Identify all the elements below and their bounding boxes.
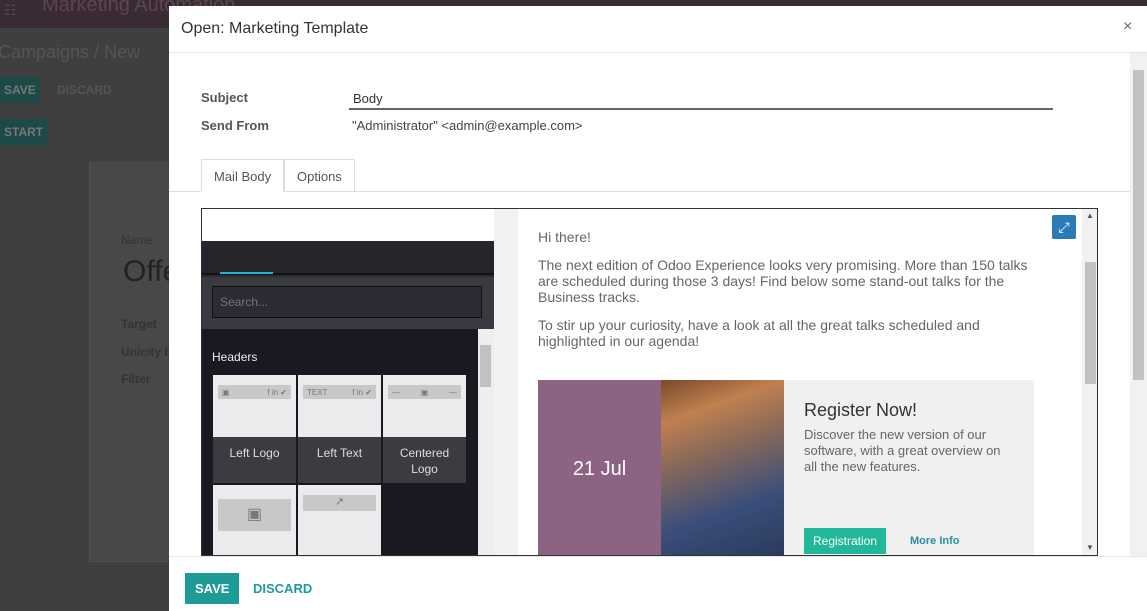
image-icon: ▣ bbox=[420, 387, 429, 397]
snippet-label: Left Text bbox=[298, 437, 381, 483]
greeting: Hi there! bbox=[538, 229, 591, 245]
snippet-centered-logo[interactable]: — ▣ — Centered Logo bbox=[383, 375, 466, 483]
tab-options[interactable]: Options bbox=[284, 159, 355, 192]
active-tab-indicator bbox=[220, 272, 273, 274]
conference-photo bbox=[661, 380, 784, 555]
apps-menu-icon[interactable]: ☷ bbox=[4, 2, 17, 19]
snippet-left-logo[interactable]: ▣ f in ✔ Left Logo bbox=[213, 375, 296, 483]
save-button[interactable]: SAVE bbox=[185, 573, 240, 604]
marketing-template-dialog: Open: Marketing Template × Subject Send … bbox=[169, 6, 1147, 611]
dialog-scrollbar[interactable] bbox=[1130, 53, 1147, 556]
social-icons: f in ✔ bbox=[267, 387, 287, 397]
bg-field: Filter bbox=[121, 372, 151, 386]
snippet-label: Centered Logo bbox=[383, 437, 466, 483]
register-banner: 21 Jul Register Now! Discover the new ve… bbox=[538, 380, 1034, 555]
snippet-search-input[interactable] bbox=[212, 286, 482, 318]
snippet-scrollbar[interactable] bbox=[478, 329, 494, 555]
email-content[interactable]: Hi there! The next edition of Odoo Exper… bbox=[518, 209, 1082, 555]
scroll-thumb[interactable] bbox=[1085, 262, 1096, 384]
subject-input[interactable] bbox=[349, 88, 1053, 110]
paragraph: To stir up your curiosity, have a look a… bbox=[538, 317, 980, 349]
snippet-left-text[interactable]: TEXT f in ✔ Left Text bbox=[298, 375, 381, 483]
registration-button[interactable]: Registration bbox=[804, 528, 887, 554]
banner-title: Register Now! bbox=[804, 400, 918, 420]
event-date: 21 Jul bbox=[572, 458, 627, 480]
tab-mail-body[interactable]: Mail Body bbox=[201, 159, 285, 192]
scroll-thumb[interactable] bbox=[1133, 70, 1144, 380]
banner-text: Discover the new version of our software… bbox=[804, 427, 1001, 474]
bg-save-button: SAVE bbox=[0, 77, 40, 103]
fullscreen-expand-icon[interactable]: ⤢ bbox=[1052, 215, 1076, 239]
text-placeholder: TEXT bbox=[307, 387, 328, 397]
dialog-title: Open: Marketing Template bbox=[181, 20, 369, 37]
bg-discard-button: DISCARD bbox=[57, 83, 112, 97]
snippet-image[interactable]: ▣ bbox=[213, 485, 296, 555]
discard-button[interactable]: DISCARD bbox=[253, 581, 312, 596]
snippet-search-wrap bbox=[202, 277, 494, 329]
line-icon: — bbox=[449, 387, 457, 397]
social-icons: f in ✔ bbox=[352, 387, 372, 397]
scroll-down-icon[interactable]: ▼ bbox=[1086, 543, 1094, 552]
external-link-icon: ↗ bbox=[303, 495, 376, 511]
line-icon: — bbox=[392, 387, 400, 397]
bg-start-button: START bbox=[0, 119, 48, 145]
editor-scrollbar[interactable]: ▲ ▼ bbox=[1082, 209, 1097, 555]
snippet-section-title: Headers bbox=[212, 350, 258, 364]
snippet-link[interactable]: ↗ bbox=[298, 485, 381, 555]
snippets-tabs bbox=[202, 241, 494, 275]
event-date-box: 21 Jul bbox=[538, 380, 661, 555]
dialog-footer: SAVE DISCARD bbox=[169, 556, 1147, 611]
scroll-thumb[interactable] bbox=[480, 345, 491, 387]
scroll-up-icon[interactable]: ▲ bbox=[1086, 211, 1094, 220]
snippets-panel: Headers ▣ f in ✔ Left Logo TEXT f in ✔ Lef… bbox=[202, 241, 494, 555]
image-icon: ▣ bbox=[218, 499, 291, 531]
send-from-label: Send From bbox=[201, 118, 269, 133]
bg-name-label: Name bbox=[121, 233, 154, 247]
close-icon[interactable]: × bbox=[1123, 18, 1132, 36]
breadcrumb[interactable]: Campaigns / New bbox=[0, 42, 140, 63]
paragraph: The next edition of Odoo Experience look… bbox=[538, 257, 1028, 305]
bg-field: Unicity b bbox=[121, 345, 172, 359]
subject-label: Subject bbox=[201, 90, 248, 105]
more-info-link[interactable]: More Info bbox=[910, 535, 960, 547]
editor-gutter bbox=[494, 209, 518, 555]
dialog-header: Open: Marketing Template × bbox=[169, 6, 1147, 53]
snippet-list: Headers ▣ f in ✔ Left Logo TEXT f in ✔ Lef… bbox=[202, 329, 478, 555]
mail-body-editor: Headers ▣ f in ✔ Left Logo TEXT f in ✔ Lef… bbox=[201, 208, 1098, 556]
image-icon: ▣ bbox=[222, 387, 230, 397]
bg-field: Target bbox=[121, 317, 157, 331]
send-from-value[interactable]: "Administrator" <admin@example.com> bbox=[352, 118, 583, 133]
snippet-label: Left Logo bbox=[213, 437, 296, 483]
